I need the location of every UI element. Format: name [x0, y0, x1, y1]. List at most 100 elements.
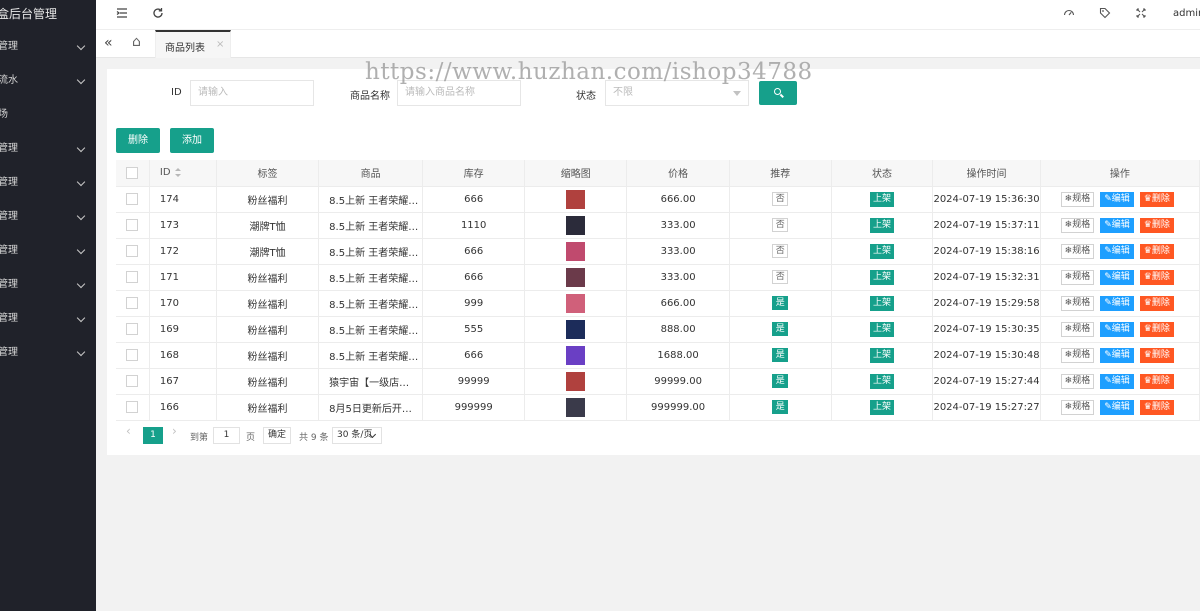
- spec-button[interactable]: ❄规格: [1060, 321, 1095, 337]
- recommend-badge[interactable]: 是: [772, 374, 789, 388]
- add-button[interactable]: 添加: [170, 128, 214, 153]
- edit-button[interactable]: ✎编辑: [1100, 243, 1134, 259]
- sidebar-item-1[interactable]: 流水: [0, 71, 96, 91]
- name-input[interactable]: 请输入商品名称: [397, 80, 521, 106]
- sidebar-item-2[interactable]: 场: [0, 105, 96, 125]
- thumbnail-image[interactable]: [566, 345, 586, 365]
- edit-button[interactable]: ✎编辑: [1100, 373, 1134, 389]
- user-menu[interactable]: admin: [1173, 8, 1200, 19]
- delete-row-button[interactable]: ♛删除: [1139, 191, 1174, 207]
- sidebar-item-8[interactable]: 管理: [0, 309, 96, 329]
- row-checkbox[interactable]: [126, 271, 139, 283]
- theme-icon[interactable]: [1062, 7, 1076, 21]
- status-badge[interactable]: 上架: [870, 399, 895, 415]
- delete-row-button[interactable]: ♛删除: [1139, 399, 1174, 415]
- row-select-cell[interactable]: [116, 394, 150, 421]
- col-id[interactable]: ID: [149, 160, 217, 187]
- spec-button[interactable]: ❄规格: [1060, 295, 1095, 311]
- menu-fold-icon[interactable]: [115, 7, 129, 21]
- status-select[interactable]: 不限: [605, 80, 749, 106]
- goto-page-input[interactable]: 1: [213, 427, 240, 444]
- sidebar-item-7[interactable]: 管理: [0, 275, 96, 295]
- delete-row-button[interactable]: ♛删除: [1139, 243, 1174, 259]
- edit-button[interactable]: ✎编辑: [1100, 399, 1134, 415]
- recommend-badge[interactable]: 是: [772, 400, 789, 414]
- tag-icon[interactable]: [1098, 7, 1112, 21]
- page-1-button[interactable]: 1: [143, 427, 163, 444]
- status-badge[interactable]: 上架: [870, 321, 895, 337]
- row-checkbox[interactable]: [126, 297, 139, 309]
- recommend-badge[interactable]: 是: [772, 348, 789, 362]
- row-checkbox[interactable]: [126, 219, 139, 231]
- delete-row-button[interactable]: ♛删除: [1139, 217, 1174, 233]
- row-select-cell[interactable]: [116, 212, 150, 239]
- row-select-cell[interactable]: [116, 238, 150, 265]
- edit-button[interactable]: ✎编辑: [1100, 321, 1134, 337]
- edit-button[interactable]: ✎编辑: [1100, 269, 1134, 285]
- recommend-badge[interactable]: 否: [772, 270, 789, 284]
- spec-button[interactable]: ❄规格: [1060, 191, 1095, 207]
- thumbnail-image[interactable]: [566, 215, 586, 235]
- delete-button[interactable]: 删除: [116, 128, 160, 153]
- refresh-icon[interactable]: [151, 7, 165, 21]
- thumbnail-image[interactable]: [566, 267, 586, 287]
- select-all-checkbox[interactable]: [126, 166, 139, 179]
- row-select-cell[interactable]: [116, 264, 150, 291]
- status-badge[interactable]: 上架: [870, 295, 895, 311]
- row-checkbox[interactable]: [126, 401, 139, 413]
- delete-row-button[interactable]: ♛删除: [1139, 295, 1174, 311]
- spec-button[interactable]: ❄规格: [1060, 217, 1095, 233]
- id-input[interactable]: 请输入: [190, 80, 314, 106]
- delete-row-button[interactable]: ♛删除: [1139, 347, 1174, 363]
- row-checkbox[interactable]: [126, 323, 139, 335]
- sort-icon[interactable]: [174, 167, 181, 177]
- recommend-badge[interactable]: 是: [772, 322, 789, 336]
- thumbnail-image[interactable]: [566, 319, 586, 339]
- spec-button[interactable]: ❄规格: [1060, 243, 1095, 259]
- recommend-badge[interactable]: 否: [772, 218, 789, 232]
- spec-button[interactable]: ❄规格: [1060, 373, 1095, 389]
- next-page-icon[interactable]: ›: [172, 424, 177, 438]
- tabs-scroll-left-icon[interactable]: «: [104, 35, 113, 51]
- status-badge[interactable]: 上架: [870, 269, 895, 285]
- thumbnail-image[interactable]: [566, 371, 586, 391]
- sidebar-item-3[interactable]: 管理: [0, 139, 96, 159]
- delete-row-button[interactable]: ♛删除: [1139, 321, 1174, 337]
- status-badge[interactable]: 上架: [870, 243, 895, 259]
- recommend-badge[interactable]: 否: [772, 244, 789, 258]
- sidebar-item-9[interactable]: 管理: [0, 343, 96, 363]
- delete-row-button[interactable]: ♛删除: [1139, 373, 1174, 389]
- recommend-badge[interactable]: 是: [772, 296, 789, 310]
- status-badge[interactable]: 上架: [870, 191, 895, 207]
- row-checkbox[interactable]: [126, 375, 139, 387]
- status-badge[interactable]: 上架: [870, 347, 895, 363]
- recommend-badge[interactable]: 否: [772, 192, 789, 206]
- sidebar-item-0[interactable]: 管理: [0, 37, 96, 57]
- search-button[interactable]: [759, 81, 797, 105]
- row-select-cell[interactable]: [116, 342, 150, 369]
- sidebar-item-5[interactable]: 管理: [0, 207, 96, 227]
- page-size-select[interactable]: 30 条/页: [332, 427, 382, 444]
- row-checkbox[interactable]: [126, 193, 139, 205]
- spec-button[interactable]: ❄规格: [1060, 269, 1095, 285]
- row-select-cell[interactable]: [116, 186, 150, 213]
- thumbnail-image[interactable]: [566, 241, 586, 261]
- goto-confirm-button[interactable]: 确定: [263, 427, 291, 444]
- row-select-cell[interactable]: [116, 290, 150, 317]
- thumbnail-image[interactable]: [566, 293, 586, 313]
- fullscreen-icon[interactable]: [1134, 7, 1148, 21]
- spec-button[interactable]: ❄规格: [1060, 399, 1095, 415]
- spec-button[interactable]: ❄规格: [1060, 347, 1095, 363]
- select-all-cell[interactable]: [116, 160, 150, 187]
- thumbnail-image[interactable]: [566, 189, 586, 209]
- prev-page-icon[interactable]: ‹: [126, 424, 131, 438]
- close-icon[interactable]: ×: [216, 39, 224, 50]
- edit-button[interactable]: ✎编辑: [1100, 347, 1134, 363]
- row-select-cell[interactable]: [116, 368, 150, 395]
- row-select-cell[interactable]: [116, 316, 150, 343]
- row-checkbox[interactable]: [126, 245, 139, 257]
- edit-button[interactable]: ✎编辑: [1100, 217, 1134, 233]
- edit-button[interactable]: ✎编辑: [1100, 295, 1134, 311]
- status-badge[interactable]: 上架: [870, 217, 895, 233]
- home-icon[interactable]: ⌂: [132, 34, 141, 50]
